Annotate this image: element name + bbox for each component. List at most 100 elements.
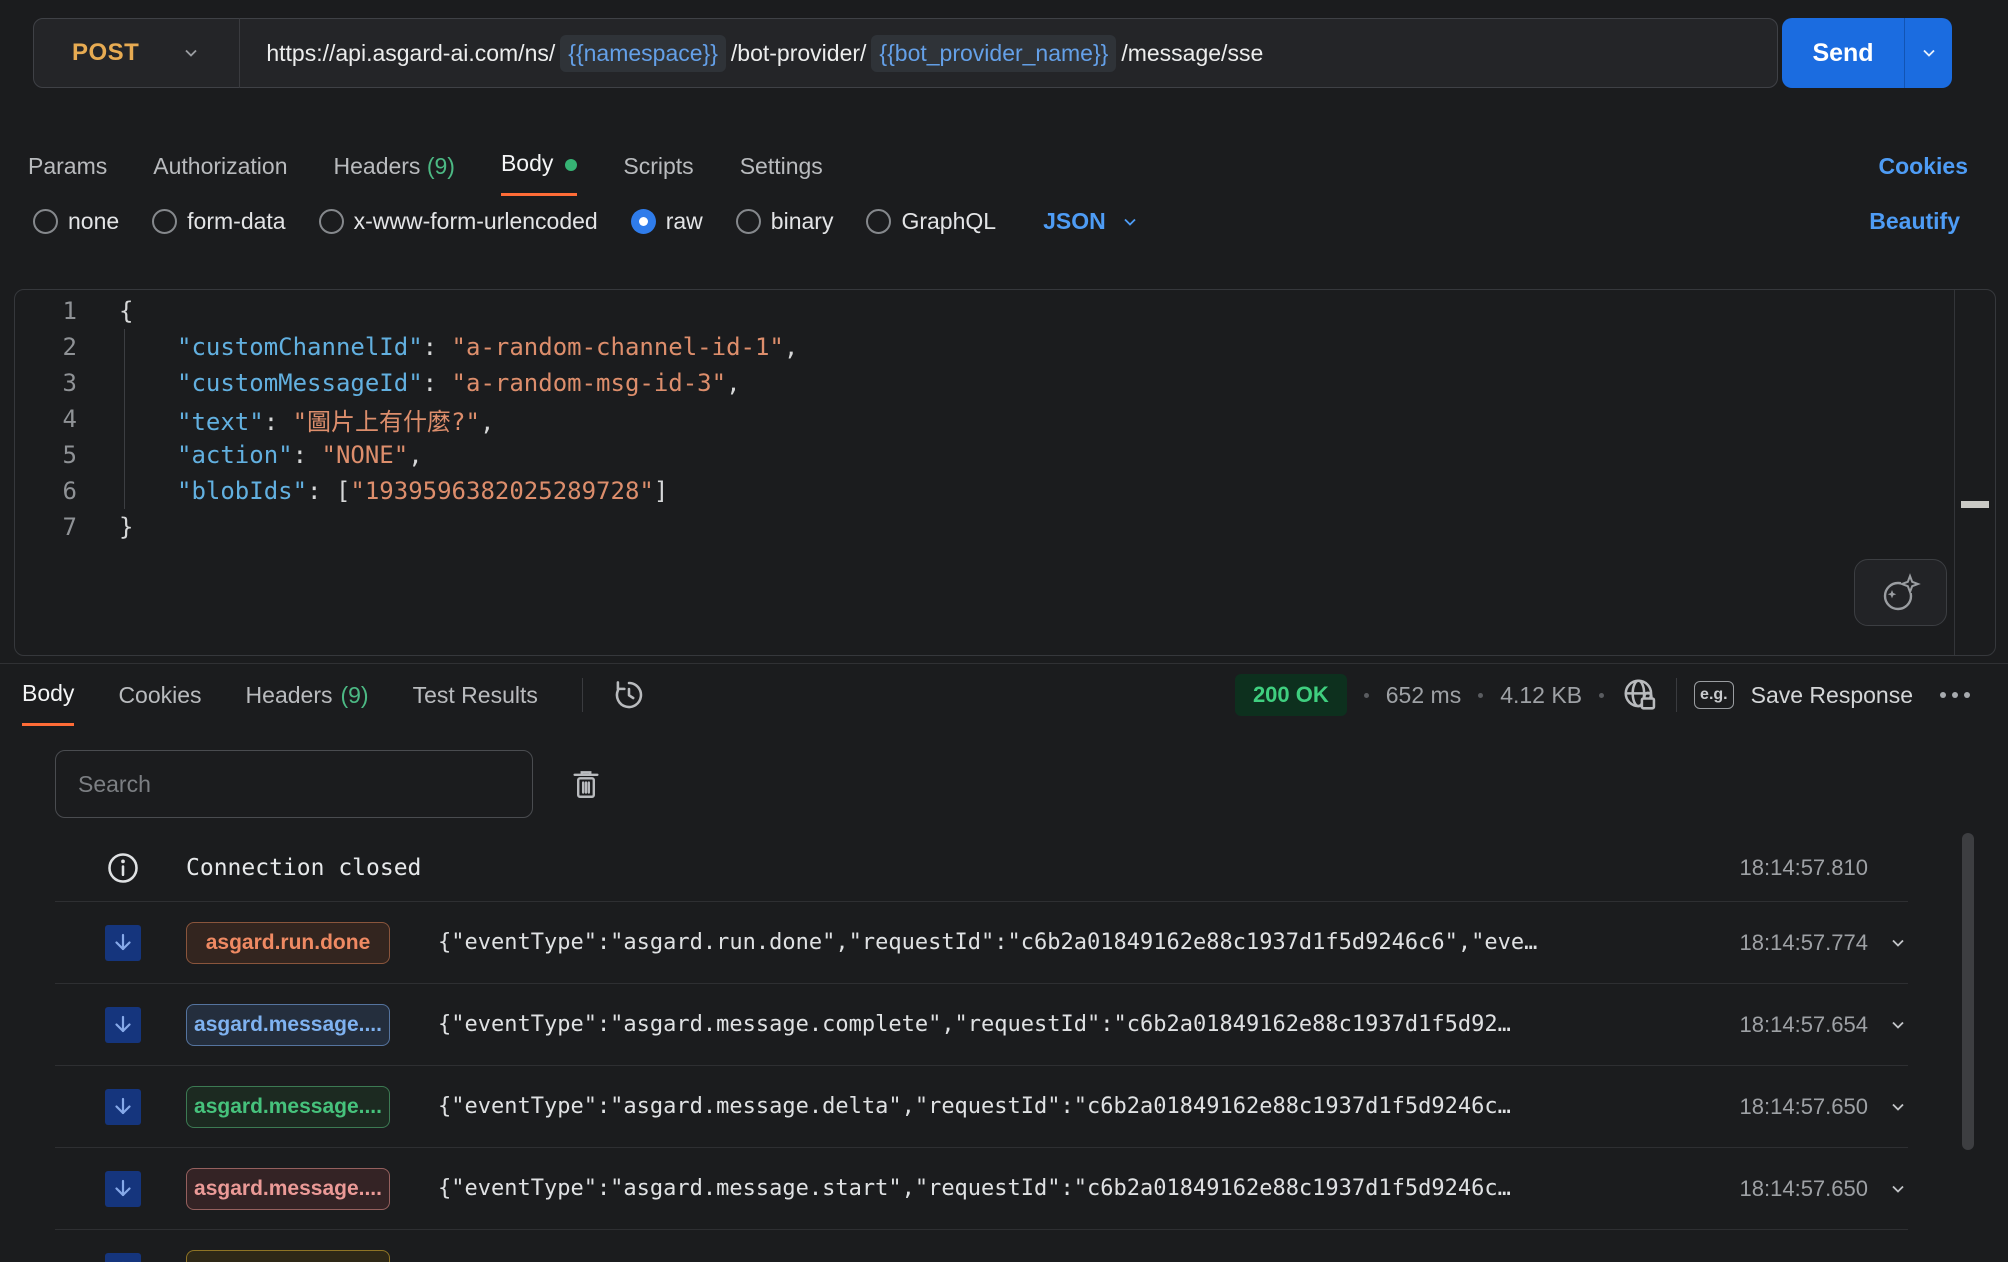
method-label: POST xyxy=(72,39,139,67)
trash-icon xyxy=(569,765,603,803)
code-line[interactable]: 1{ xyxy=(15,293,1953,329)
clear-events-button[interactable] xyxy=(569,765,603,803)
event-type-badge: asgard.message.... xyxy=(186,1004,390,1046)
tab-params[interactable]: Params xyxy=(28,143,107,196)
dot-separator xyxy=(1364,693,1369,698)
log-row[interactable]: Connection closed18:14:57.810 xyxy=(55,835,1908,901)
event-type-badge: asgard.message.... xyxy=(186,1168,390,1210)
event-type-badge xyxy=(186,1250,390,1262)
tab-headers[interactable]: Headers (9) xyxy=(334,143,455,196)
event-arrow-icon-box xyxy=(105,1253,141,1262)
request-body-editor[interactable]: 1{2"customChannelId": "a-random-channel-… xyxy=(14,289,1996,656)
send-button[interactable]: Send xyxy=(1782,18,1904,88)
language-select[interactable]: JSON xyxy=(1043,208,1140,235)
code-line[interactable]: 5"action": "NONE", xyxy=(15,437,1953,473)
radio-form-data[interactable]: form-data xyxy=(152,208,285,235)
code-line[interactable]: 2"customChannelId": "a-random-channel-id… xyxy=(15,329,1953,365)
status-badge: 200 OK xyxy=(1235,674,1347,716)
ellipsis-icon xyxy=(1938,689,1972,701)
log-message: Connection closed xyxy=(186,855,1720,881)
radio-icon xyxy=(866,209,891,234)
event-row[interactable]: asgard.message....{"eventType":"asgard.m… xyxy=(55,983,1908,1065)
postbot-sparkle-icon xyxy=(1879,571,1923,615)
headers-count: (9) xyxy=(427,153,455,179)
code-line[interactable]: 4"text": "圖片上有什麼?", xyxy=(15,401,1953,437)
response-header: Body Cookies Headers(9) Test Results 200… xyxy=(22,664,1972,726)
code-line[interactable]: 6"blobIds": ["1939596382025289728"] xyxy=(15,473,1953,509)
radio-x-www-form-urlencoded[interactable]: x-www-form-urlencoded xyxy=(319,208,598,235)
tab-authorization[interactable]: Authorization xyxy=(153,143,287,196)
send-button-group: Send xyxy=(1782,18,1952,88)
request-tabs: Params Authorization Headers (9) Body Sc… xyxy=(28,140,1968,196)
radio-none[interactable]: none xyxy=(33,208,119,235)
tab-settings[interactable]: Settings xyxy=(740,143,823,196)
event-payload-preview: {"eventType":"asgard.run.done","requestI… xyxy=(438,930,1720,955)
save-response-button[interactable]: Save Response xyxy=(1751,682,1913,709)
radio-graphql[interactable]: GraphQL xyxy=(866,208,996,235)
indent-guide xyxy=(124,329,125,509)
more-options-button[interactable] xyxy=(1938,689,1972,701)
radio-raw[interactable]: raw xyxy=(631,208,703,235)
search-input[interactable] xyxy=(55,750,533,818)
download-arrow-icon xyxy=(111,1177,135,1201)
response-search-row xyxy=(55,750,603,818)
tab-scripts[interactable]: Scripts xyxy=(623,143,693,196)
response-size: 4.12 KB xyxy=(1500,682,1582,709)
response-meta: 200 OK 652 ms 4.12 KB e.g. Save Response xyxy=(1235,674,1972,716)
chevron-down-icon xyxy=(1919,43,1939,63)
divider xyxy=(1676,678,1677,712)
body-modified-dot xyxy=(565,159,577,171)
expand-event-button[interactable] xyxy=(1868,933,1908,953)
response-tab-headers[interactable]: Headers(9) xyxy=(246,664,369,726)
event-row[interactable] xyxy=(55,1229,1908,1262)
event-timestamp: 18:14:57.650 xyxy=(1740,1176,1868,1202)
expand-event-button[interactable] xyxy=(1868,1015,1908,1035)
response-tab-body[interactable]: Body xyxy=(22,664,74,726)
event-timestamp: 18:14:57.650 xyxy=(1740,1094,1868,1120)
line-number: 4 xyxy=(15,405,77,433)
code-text: "customMessageId": "a-random-msg-id-3", xyxy=(119,369,741,397)
response-tab-cookies[interactable]: Cookies xyxy=(118,664,201,726)
event-list: Connection closed18:14:57.810asgard.run.… xyxy=(55,835,1908,1262)
code-line[interactable]: 7} xyxy=(15,509,1953,545)
line-number: 6 xyxy=(15,477,77,505)
event-timestamp: 18:14:57.774 xyxy=(1740,930,1868,956)
expand-event-button[interactable] xyxy=(1868,1179,1908,1199)
editor-scrollbar-thumb[interactable] xyxy=(1961,501,1989,508)
expand-event-button[interactable] xyxy=(1868,1097,1908,1117)
response-tab-test-results[interactable]: Test Results xyxy=(413,664,538,726)
method-select[interactable]: POST xyxy=(34,39,239,67)
editor-scroll-gutter xyxy=(1954,290,1955,655)
network-info-button[interactable] xyxy=(1621,676,1659,714)
url-variable-segment: {{bot_provider_name}} xyxy=(871,35,1116,72)
response-history-button[interactable] xyxy=(611,677,647,713)
url-input[interactable]: https://api.asgard-ai.com/ns/{{namespace… xyxy=(240,35,1263,72)
dot-separator xyxy=(1599,693,1604,698)
cookies-link[interactable]: Cookies xyxy=(1879,153,1968,196)
tab-body[interactable]: Body xyxy=(501,140,577,196)
beautify-link[interactable]: Beautify xyxy=(1869,208,1960,235)
response-scrollbar[interactable] xyxy=(1962,833,1974,1150)
event-arrow-icon-box xyxy=(105,1007,141,1043)
send-options-button[interactable] xyxy=(1904,18,1952,88)
event-payload-preview: {"eventType":"asgard.message.start","req… xyxy=(438,1176,1720,1201)
divider xyxy=(582,678,583,712)
radio-binary[interactable]: binary xyxy=(736,208,834,235)
event-row[interactable]: asgard.run.done {"eventType":"asgard.run.… xyxy=(55,901,1908,983)
request-url-row: POST https://api.asgard-ai.com/ns/{{name… xyxy=(33,18,1952,88)
chevron-down-icon xyxy=(1888,933,1908,953)
code-text: { xyxy=(119,297,133,325)
save-example-icon: e.g. xyxy=(1694,681,1734,709)
url-text-segment: /bot-provider/ xyxy=(731,40,867,67)
event-row[interactable]: asgard.message.... {"eventType":"asgard.m… xyxy=(55,1147,1908,1229)
dot-separator xyxy=(1478,693,1483,698)
url-variable-segment: {{namespace}} xyxy=(560,35,726,72)
code-text: } xyxy=(119,513,133,541)
event-row[interactable]: asgard.message....{"eventType":"asgard.m… xyxy=(55,1065,1908,1147)
line-number: 1 xyxy=(15,297,77,325)
globe-lock-icon xyxy=(1621,676,1659,714)
event-type-badge: asgard.run.done xyxy=(186,922,390,964)
download-arrow-icon xyxy=(111,1095,135,1119)
code-line[interactable]: 3"customMessageId": "a-random-msg-id-3", xyxy=(15,365,1953,401)
postbot-button[interactable] xyxy=(1854,559,1947,626)
